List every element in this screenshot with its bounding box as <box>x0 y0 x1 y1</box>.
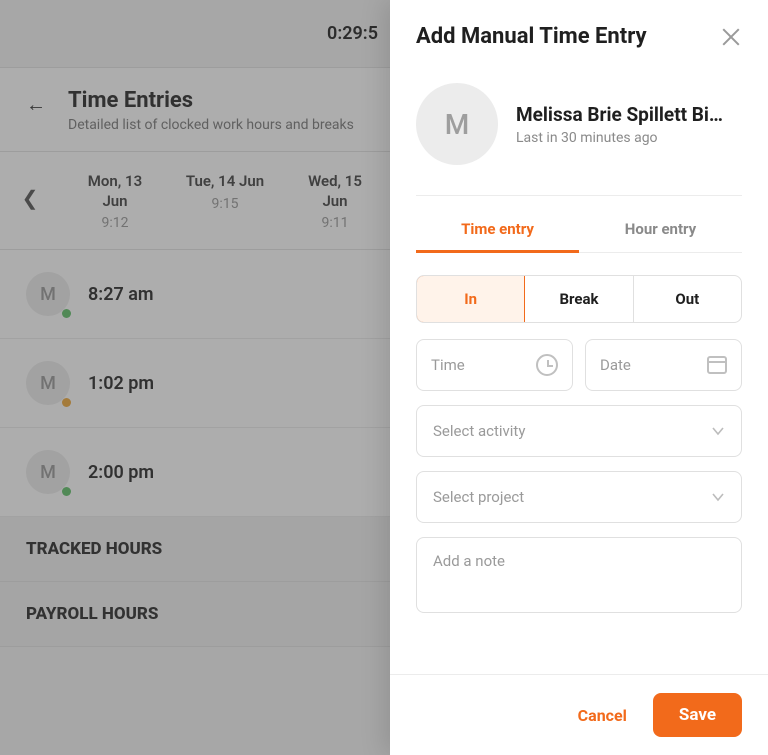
avatar-initial: M <box>445 108 470 141</box>
activity-placeholder: Select activity <box>433 422 525 440</box>
panel-title: Add Manual Time Entry <box>416 24 647 49</box>
entry-mode-tabs: Time entry Hour entry <box>416 206 742 253</box>
person-last-seen: Last in 30 minutes ago <box>516 130 723 146</box>
date-field[interactable]: Date <box>585 339 742 391</box>
person-block: M Melissa Brie Spillett Bi… Last in 30 m… <box>416 65 742 195</box>
note-textarea[interactable]: Add a note <box>416 537 742 613</box>
tab-time-entry[interactable]: Time entry <box>416 206 579 252</box>
segment-break[interactable]: Break <box>524 276 632 322</box>
project-select[interactable]: Select project <box>416 471 742 523</box>
clock-icon <box>536 354 558 376</box>
chevron-down-icon <box>711 490 725 504</box>
segment-in[interactable]: In <box>416 275 525 323</box>
activity-select[interactable]: Select activity <box>416 405 742 457</box>
save-button[interactable]: Save <box>653 693 742 737</box>
calendar-icon <box>707 356 727 374</box>
date-placeholder: Date <box>600 356 631 374</box>
project-placeholder: Select project <box>433 488 524 506</box>
avatar: M <box>416 83 498 165</box>
note-placeholder: Add a note <box>433 552 505 570</box>
divider <box>416 195 742 196</box>
tab-hour-entry[interactable]: Hour entry <box>579 206 742 252</box>
close-icon[interactable] <box>720 26 742 48</box>
time-placeholder: Time <box>431 356 465 374</box>
add-time-entry-panel: Add Manual Time Entry M Melissa Brie Spi… <box>390 0 768 755</box>
entry-type-segment: In Break Out <box>416 275 742 323</box>
panel-footer: Cancel Save <box>390 674 768 755</box>
chevron-down-icon <box>711 424 725 438</box>
person-name: Melissa Brie Spillett Bi… <box>516 103 723 126</box>
panel-header: Add Manual Time Entry <box>390 0 768 65</box>
segment-out[interactable]: Out <box>633 276 741 322</box>
time-field[interactable]: Time <box>416 339 573 391</box>
cancel-button[interactable]: Cancel <box>578 706 627 725</box>
